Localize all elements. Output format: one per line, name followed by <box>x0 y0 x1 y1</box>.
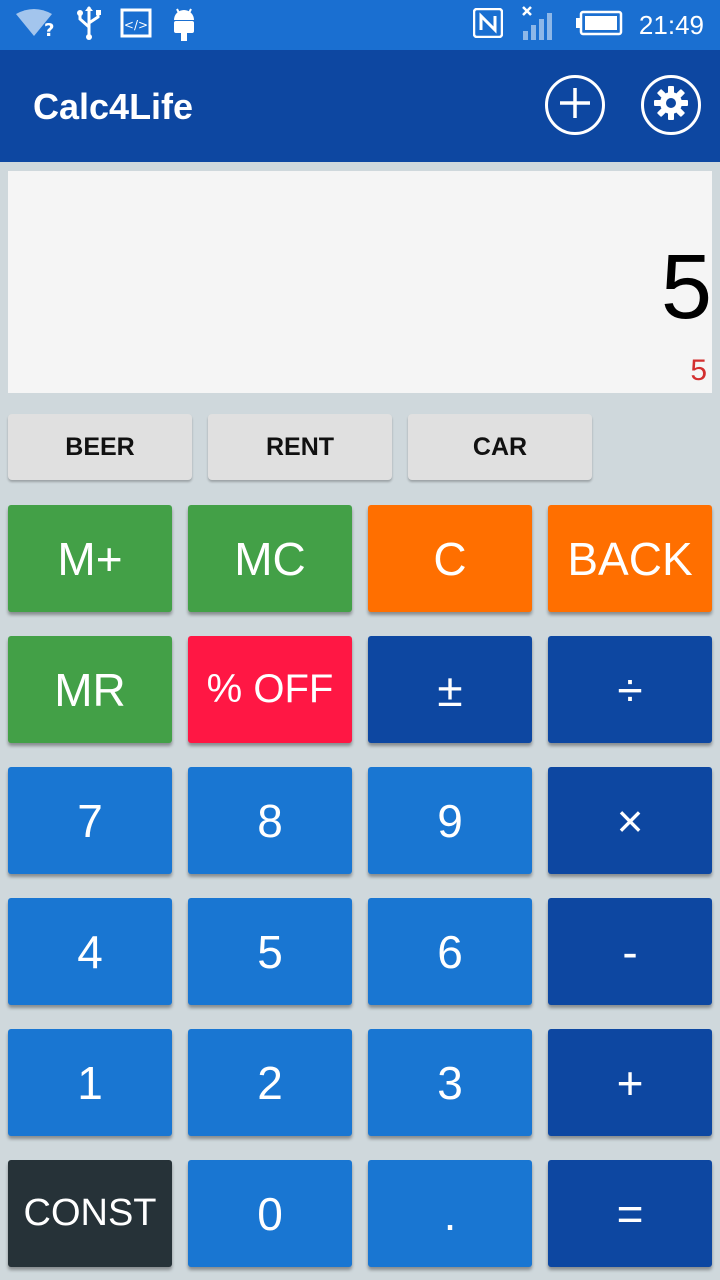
settings-icon <box>653 85 689 126</box>
const-button[interactable]: CONST <box>8 1160 172 1267</box>
no-signal-icon <box>519 5 559 46</box>
percent-off-button[interactable]: % OFF <box>188 636 352 743</box>
preset-beer-button[interactable]: BEER <box>8 414 192 480</box>
divide-button[interactable]: ÷ <box>548 636 712 743</box>
memory-add-button[interactable]: M+ <box>8 505 172 612</box>
memory-recall-button[interactable]: MR <box>8 636 172 743</box>
secondary-value: 5 <box>690 354 707 387</box>
app-bar: Calc4Life <box>0 50 720 162</box>
developer-code-icon: </> <box>120 8 152 43</box>
plus-minus-button[interactable]: ± <box>368 636 532 743</box>
digit-2-button[interactable]: 2 <box>188 1029 352 1136</box>
memory-clear-button[interactable]: MC <box>188 505 352 612</box>
digit-6-button[interactable]: 6 <box>368 898 532 1005</box>
status-time: 21:49 <box>638 9 704 40</box>
digit-5-button[interactable]: 5 <box>188 898 352 1005</box>
minus-button[interactable]: - <box>548 898 712 1005</box>
digit-0-button[interactable]: 0 <box>188 1160 352 1267</box>
nfc-icon <box>472 7 504 43</box>
wifi-unknown-icon: ? <box>14 8 58 43</box>
back-button[interactable]: BACK <box>548 505 712 612</box>
settings-button[interactable] <box>641 75 701 135</box>
preset-car-button[interactable]: CAR <box>408 414 592 480</box>
usb-icon <box>76 5 102 46</box>
plus-button[interactable]: + <box>548 1029 712 1136</box>
digit-8-button[interactable]: 8 <box>188 767 352 874</box>
preset-rent-button[interactable]: RENT <box>208 414 392 480</box>
digit-1-button[interactable]: 1 <box>8 1029 172 1136</box>
clear-button[interactable]: C <box>368 505 532 612</box>
digit-9-button[interactable]: 9 <box>368 767 532 874</box>
digit-3-button[interactable]: 3 <box>368 1029 532 1136</box>
svg-text:</>: </> <box>124 18 148 32</box>
android-icon <box>170 4 198 47</box>
equals-button[interactable]: = <box>548 1160 712 1267</box>
multiply-button[interactable]: × <box>548 767 712 874</box>
status-bar: ? </> 21:49 <box>0 0 720 50</box>
add-circle-icon <box>558 86 592 125</box>
result-display: 5 5 <box>8 171 712 393</box>
add-button[interactable] <box>545 75 605 135</box>
svg-text:?: ? <box>44 20 54 38</box>
main-value: 5 <box>660 236 712 338</box>
digit-4-button[interactable]: 4 <box>8 898 172 1005</box>
battery-icon <box>575 10 623 41</box>
app-title: Calc4Life <box>33 86 194 127</box>
decimal-button[interactable]: . <box>368 1160 532 1267</box>
digit-7-button[interactable]: 7 <box>8 767 172 874</box>
